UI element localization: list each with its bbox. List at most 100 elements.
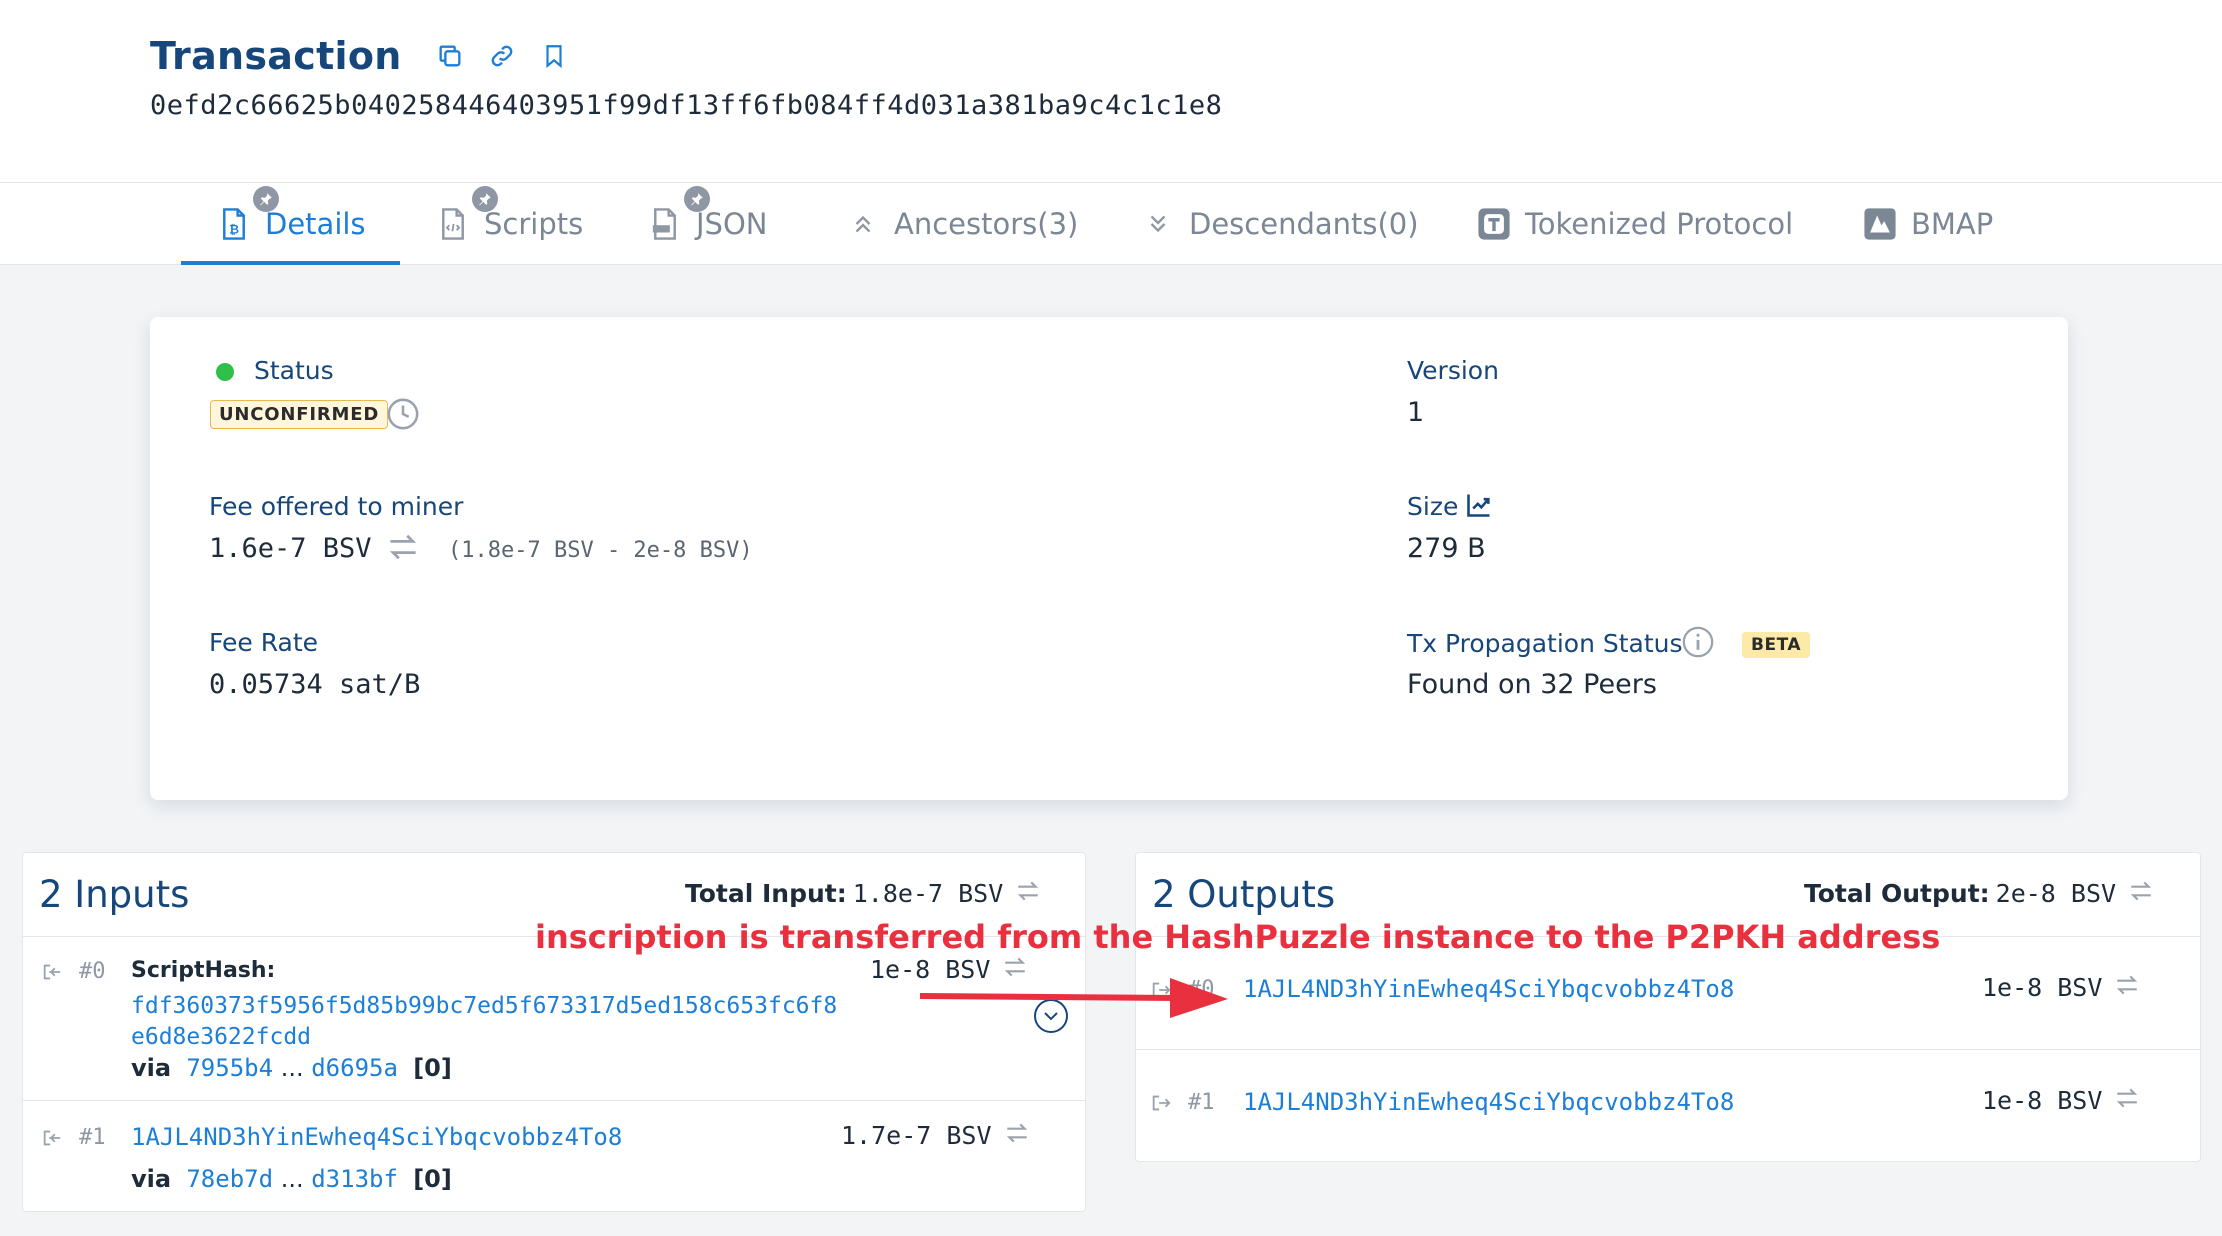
via-label: via [131, 1054, 172, 1082]
chevrons-up-icon [846, 207, 880, 241]
transaction-id[interactable]: 0efd2c66625b040258446403951f99df13ff6fb0… [150, 90, 1222, 121]
feerate-label: Fee Rate [209, 628, 319, 657]
via-tx-start[interactable]: 78eb7d [186, 1165, 273, 1193]
via-index: [0] [413, 1165, 452, 1193]
via-index: [0] [413, 1054, 452, 1082]
via-tx-start[interactable]: 7955b4 [186, 1054, 273, 1082]
swap-icon[interactable] [2114, 973, 2140, 1002]
via-label: via [131, 1165, 172, 1193]
tab-bar: ₿ Details Scripts JSON Ancestors(3) Desc… [0, 183, 2222, 265]
via-tx-end[interactable]: d313bf [311, 1165, 398, 1193]
title-actions [432, 38, 588, 74]
version-value: 1 [1407, 397, 1425, 428]
feerate-value: 0.05734 sat/B [209, 669, 421, 700]
scripthash-value[interactable]: fdf360373f5956f5d85b99bc7ed5f673317d5ed1… [131, 991, 851, 1053]
tab-label: Descendants(0) [1189, 207, 1419, 241]
inputs-title: 2 Inputs [39, 873, 190, 916]
code-doc-icon [436, 186, 498, 241]
tab-descendants[interactable]: Descendants(0) [1141, 183, 1419, 265]
pin-icon[interactable] [253, 186, 279, 212]
tab-ancestors[interactable]: Ancestors(3) [846, 183, 1078, 265]
input-arrow-icon [41, 1127, 63, 1149]
tab-label: Scripts [484, 207, 584, 241]
tab-label: Details [265, 207, 366, 241]
input-address[interactable]: 1AJL4ND3hYinEwheq4SciYbqcvobbz4To8 [131, 1123, 622, 1151]
copy-icon[interactable] [432, 38, 468, 74]
output-arrow-icon [1150, 1092, 1172, 1114]
fee-label: Fee offered to miner [209, 492, 464, 521]
status-indicator [216, 363, 234, 381]
tab-bmap[interactable]: BMAP [1863, 183, 1993, 265]
inputs-total-value: 1.8e-7 BSV [852, 879, 1004, 908]
output-address[interactable]: 1AJL4ND3hYinEwheq4SciYbqcvobbz4To8 [1243, 1088, 1734, 1116]
bmap-icon [1863, 207, 1897, 241]
output-amount-value: 1e-8 BSV [1982, 1086, 2103, 1115]
tab-json[interactable]: JSON [648, 183, 767, 265]
tab-tokenized-protocol[interactable]: Tokenized Protocol [1477, 183, 1793, 265]
propagation-value: Found on 32 Peers [1407, 669, 1657, 700]
input-index: #1 [79, 1125, 106, 1150]
details-card: Status UNCONFIRMED Version 1 Fee offered… [150, 317, 2068, 800]
bitcoin-doc-icon: ₿ [217, 186, 279, 241]
input-amount: 1.7e-7 BSV [841, 1121, 1030, 1150]
title-row: Transaction [150, 34, 588, 78]
info-icon[interactable] [1681, 625, 1715, 663]
chevrons-down-icon [1141, 207, 1175, 241]
svg-text:₿: ₿ [229, 223, 239, 237]
input-amount-value: 1.7e-7 BSV [841, 1121, 992, 1150]
output-address[interactable]: 1AJL4ND3hYinEwheq4SciYbqcvobbz4To8 [1243, 975, 1734, 1003]
via-separator: ... [280, 1054, 304, 1082]
tab-scripts[interactable]: Scripts [436, 183, 583, 265]
input-via: via 78eb7d ... d313bf [0] [131, 1165, 452, 1193]
outputs-total: Total Output: 2e-8 BSV [1804, 879, 2154, 908]
tab-details[interactable]: ₿ Details [181, 183, 399, 265]
propagation-label: Tx Propagation Status [1407, 629, 1683, 658]
bookmark-icon[interactable] [536, 38, 572, 74]
pin-icon[interactable] [684, 186, 710, 212]
transaction-header: Transaction 0efd2c66625b040258446403951f… [0, 0, 2222, 183]
output-row: #1 1AJL4ND3hYinEwheq4SciYbqcvobbz4To8 1e… [1136, 1049, 2200, 1161]
clock-icon[interactable] [386, 397, 420, 435]
outputs-total-value: 2e-8 BSV [1995, 879, 2117, 908]
input-arrow-icon [41, 961, 63, 983]
tab-label: BMAP [1911, 207, 1994, 241]
output-amount: 1e-8 BSV [1982, 973, 2140, 1002]
via-separator: ... [280, 1165, 304, 1193]
link-icon[interactable] [484, 38, 520, 74]
fee-value: 1.6e-7 BSV [209, 533, 372, 564]
json-doc-icon [648, 186, 710, 241]
via-tx-end[interactable]: d6695a [311, 1054, 398, 1082]
swap-icon[interactable] [1004, 1121, 1030, 1150]
annotation-arrow [919, 978, 1228, 1018]
tokenized-icon [1477, 207, 1511, 241]
outputs-total-label: Total Output: [1804, 879, 1990, 908]
version-label: Version [1407, 356, 1499, 385]
outputs-title: 2 Outputs [1152, 873, 1336, 916]
size-value: 279 B [1407, 533, 1486, 564]
output-amount: 1e-8 BSV [1982, 1086, 2140, 1115]
input-row: #1 1AJL4ND3hYinEwheq4SciYbqcvobbz4To8 1.… [23, 1100, 1085, 1212]
tab-label: Tokenized Protocol [1525, 207, 1794, 241]
output-amount-value: 1e-8 BSV [1982, 973, 2103, 1002]
tab-label: Ancestors(3) [894, 207, 1079, 241]
input-via: via 7955b4 ... d6695a [0] [131, 1054, 452, 1082]
inputs-total: Total Input: 1.8e-7 BSV [685, 879, 1041, 908]
outputs-panel: 2 Outputs Total Output: 2e-8 BSV #0 1AJL… [1135, 852, 2201, 1162]
beta-badge: BETA [1742, 632, 1811, 658]
input-index: #0 [79, 959, 106, 984]
page-title: Transaction [150, 34, 402, 78]
swap-icon[interactable] [2128, 879, 2154, 908]
status-label: Status [254, 356, 334, 385]
pin-icon[interactable] [472, 186, 498, 212]
swap-icon[interactable] [2114, 1086, 2140, 1115]
status-badge: UNCONFIRMED [210, 400, 389, 429]
inputs-panel: 2 Inputs Total Input: 1.8e-7 BSV #0 Scri… [22, 852, 1086, 1212]
size-label: Size [1407, 492, 1459, 521]
chart-icon[interactable] [1465, 491, 1493, 523]
swap-icon[interactable] [1015, 879, 1041, 908]
fee-range: (1.8e-7 BSV - 2e-8 BSV) [448, 538, 753, 563]
swap-icon[interactable] [386, 533, 420, 565]
inputs-total-label: Total Input: [685, 879, 847, 908]
tab-label: JSON [696, 207, 768, 241]
annotation-text: inscription is transferred from the Hash… [535, 918, 1941, 956]
